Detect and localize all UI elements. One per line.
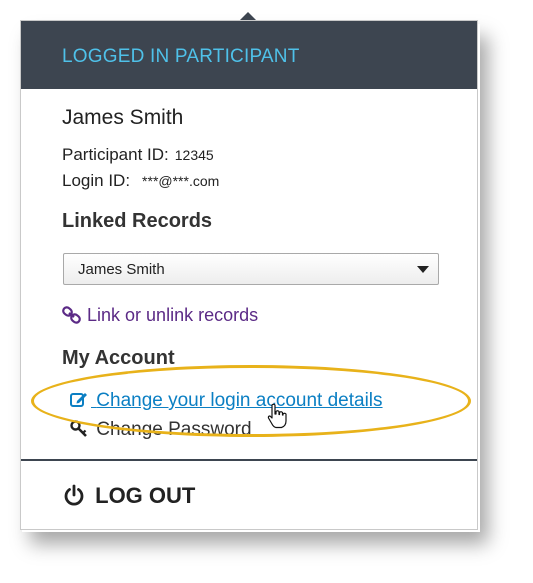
power-icon [63, 483, 95, 508]
hand-pointer-icon [267, 403, 287, 434]
header-title: LOGGED IN PARTICIPANT [62, 46, 300, 67]
change-login-details-link[interactable]: Change your login account details [70, 390, 383, 412]
linked-records-selected: James Smith [78, 261, 165, 278]
change-login-details-label: Change your login account details [96, 390, 383, 411]
change-password-link[interactable]: Change Password [70, 419, 252, 441]
login-id-label: Login ID: [62, 171, 131, 190]
my-account-title: My Account [62, 347, 175, 369]
participant-name: James Smith [62, 106, 184, 129]
linked-records-title: Linked Records [62, 210, 213, 232]
divider [21, 459, 477, 461]
login-id-value: ***@***.com [142, 173, 220, 189]
participant-id-value: 12345 [174, 147, 214, 163]
participant-id-label: Participant ID: [62, 145, 169, 164]
login-id-row: Login ID: ***@***.com [62, 171, 219, 191]
link-unlink-records-label: Link or unlink records [87, 305, 259, 325]
participant-dropdown-panel: LOGGED IN PARTICIPANT James Smith Partic… [20, 20, 478, 530]
chain-link-icon [62, 305, 87, 325]
participant-id-row: Participant ID: 12345 [62, 145, 214, 165]
panel-header: LOGGED IN PARTICIPANT [21, 21, 477, 89]
link-unlink-records-link[interactable]: Link or unlink records [62, 305, 258, 326]
change-password-label: Change Password [96, 419, 252, 440]
edit-icon [70, 390, 96, 411]
chevron-down-icon [417, 266, 429, 273]
linked-records-select[interactable]: James Smith [63, 253, 439, 285]
logout-label: LOG OUT [95, 483, 196, 508]
key-icon [70, 419, 96, 440]
logout-button[interactable]: LOG OUT [63, 483, 195, 509]
